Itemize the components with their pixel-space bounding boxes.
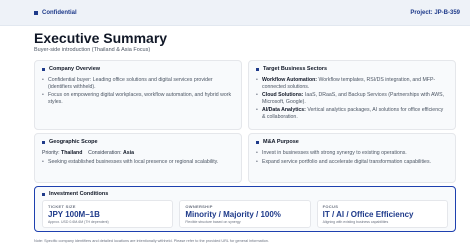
- focus-value: IT / AI / Office Efficiency: [322, 210, 414, 219]
- priority-line: Priority: Thailand Consideration: Asia: [42, 150, 234, 156]
- item-label: AI/Data Analytics:: [262, 107, 306, 114]
- list-item: Invest in businesses with strong synergy…: [256, 150, 448, 157]
- ticket-size-box: TICKET SIZE JPY 100M–1B Approx. USD 0.6M…: [42, 200, 174, 228]
- page-subtitle: Buyer-side introduction (Thailand & Asia…: [34, 47, 151, 53]
- ticket-size-value: JPY 100M–1B: [48, 210, 100, 219]
- project-id: Project: JP-B-359: [410, 9, 460, 16]
- section-title: M&A Purpose: [263, 139, 299, 145]
- priority-label: Priority:: [42, 150, 60, 156]
- geographic-scope-card: Geographic Scope Priority: Thailand Cons…: [34, 133, 242, 183]
- list-item: Expand service portfolio and accelerate …: [256, 159, 448, 166]
- list-item: Cloud Solutions: IaaS, DRaaS, and Backup…: [256, 92, 448, 105]
- investment-conditions-heading: Investment Conditions: [42, 191, 448, 197]
- ownership-label: OWNERSHIP: [185, 204, 213, 209]
- square-bullet-icon: [42, 192, 45, 196]
- focus-label: FOCUS: [322, 204, 339, 209]
- header-bar: Confidential Project: JP-B-359: [0, 0, 470, 26]
- list-item: Confidential buyer: Leading office solut…: [42, 77, 234, 90]
- priority-value: Thailand: [61, 150, 83, 156]
- ownership-box: OWNERSHIP Minority / Majority / 100% Fle…: [179, 200, 311, 228]
- list-item: Focus on empowering digital workplaces, …: [42, 92, 234, 105]
- footer-note: Note: Specific company identifiers and d…: [34, 239, 269, 243]
- square-bullet-icon: [34, 10, 38, 15]
- company-overview-card: Company Overview Confidential buyer: Lea…: [34, 60, 242, 130]
- confidential-label: Confidential: [42, 9, 77, 16]
- square-bullet-icon: [42, 67, 45, 71]
- geographic-scope-heading: Geographic Scope: [42, 139, 234, 145]
- square-bullet-icon: [256, 140, 259, 144]
- item-label: Workflow Automation:: [262, 77, 318, 83]
- section-title: Target Business Sectors: [263, 66, 328, 72]
- section-title: Geographic Scope: [49, 139, 98, 145]
- consideration-value: Asia: [123, 150, 135, 156]
- focus-box: FOCUS IT / AI / Office Efficiency Aligni…: [316, 200, 448, 228]
- ownership-note: Flexible structure based on synergy: [185, 220, 241, 224]
- item-label: Cloud Solutions:: [262, 92, 304, 99]
- ticket-size-note: Approx. USD 0.6M-6M (TH dependent): [48, 220, 109, 224]
- company-overview-heading: Company Overview: [42, 66, 234, 72]
- section-title: Company Overview: [49, 66, 101, 72]
- ma-purpose-heading: M&A Purpose: [256, 139, 448, 145]
- square-bullet-icon: [256, 67, 259, 71]
- list-item: Workflow Automation: Workflow templates,…: [256, 77, 448, 90]
- target-sectors-heading: Target Business Sectors: [256, 66, 448, 72]
- ticket-size-label: TICKET SIZE: [48, 204, 76, 209]
- list-item: Seeking established businesses with loca…: [42, 159, 234, 166]
- page-title: Executive Summary: [34, 30, 168, 46]
- consideration-label: Consideration:: [88, 150, 122, 156]
- confidential-tag: Confidential: [34, 10, 77, 16]
- square-bullet-icon: [42, 140, 45, 144]
- section-title: Investment Conditions: [49, 191, 109, 197]
- focus-note: Aligning with existing business capabili…: [322, 220, 389, 224]
- target-sectors-card: Target Business Sectors Workflow Automat…: [248, 60, 456, 130]
- investment-conditions-card: Investment Conditions TICKET SIZE JPY 10…: [34, 186, 456, 232]
- list-item: AI/Data Analytics: Vertical analytics pa…: [256, 107, 448, 120]
- ownership-value: Minority / Majority / 100%: [185, 210, 281, 219]
- ma-purpose-card: M&A Purpose Invest in businesses with st…: [248, 133, 456, 183]
